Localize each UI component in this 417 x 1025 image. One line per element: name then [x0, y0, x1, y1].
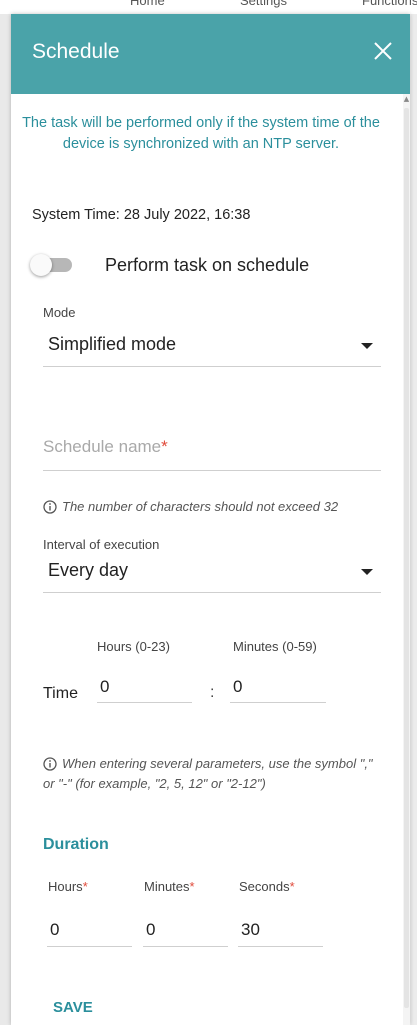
scroll-up-icon[interactable]: ▲	[403, 94, 410, 104]
params-hint: When entering several parameters, use th…	[43, 754, 383, 794]
mode-label: Mode	[43, 305, 76, 320]
duration-seconds-input[interactable]: 30	[238, 912, 323, 947]
minutes-range-label: Minutes (0-59)	[233, 639, 317, 654]
schedule-name-placeholder: Schedule name*	[43, 437, 168, 457]
perform-task-label: Perform task on schedule	[105, 255, 310, 275]
mode-select[interactable]: Simplified mode	[43, 326, 381, 367]
toggle-knob	[30, 254, 52, 276]
duration-seconds-label: Seconds*	[239, 879, 295, 894]
close-icon[interactable]	[370, 38, 396, 64]
mode-value: Simplified mode	[48, 334, 177, 354]
duration-hours-label: Hours*	[48, 879, 88, 894]
chevron-down-icon	[361, 569, 373, 575]
duration-hours-label-text: Hours	[48, 879, 83, 894]
bg-tab-home: Home	[130, 0, 165, 8]
name-hint-text: The number of characters should not exce…	[62, 499, 339, 514]
time-minutes-value: 0	[233, 677, 243, 696]
required-mark: *	[289, 879, 295, 894]
duration-minutes-label: Minutes*	[144, 879, 195, 894]
interval-value: Every day	[48, 560, 129, 580]
info-icon	[43, 757, 57, 771]
chevron-down-icon	[361, 343, 373, 349]
ntp-notice: The task will be performed only if the s…	[22, 115, 380, 152]
time-label: Time	[43, 685, 78, 702]
interval-select[interactable]: Every day	[43, 552, 381, 593]
dialog-header: Schedule	[11, 14, 410, 94]
time-separator: :	[210, 684, 215, 701]
params-hint-text: When entering several parameters, use th…	[43, 756, 373, 791]
scrollbar-thumb[interactable]	[404, 108, 409, 1008]
bg-tab-settings: Settings	[240, 0, 287, 8]
background-nav: Home Settings Functions	[0, 0, 417, 14]
hours-range-label: Hours (0-23)	[97, 639, 170, 654]
bg-tab-functions: Functions	[362, 0, 417, 8]
info-icon	[43, 500, 57, 514]
required-mark: *	[189, 879, 195, 894]
required-mark: *	[161, 437, 168, 456]
time-minutes-input[interactable]: 0	[230, 670, 326, 703]
name-hint: The number of characters should not exce…	[43, 497, 338, 517]
dialog-body: The task will be performed only if the s…	[11, 94, 403, 1025]
duration-hours-input[interactable]: 0	[47, 912, 132, 947]
time-hours-value: 0	[100, 677, 110, 696]
time-hours-input[interactable]: 0	[97, 670, 192, 703]
duration-seconds-value: 30	[241, 920, 260, 939]
perform-task-toggle[interactable]	[30, 254, 72, 276]
save-button[interactable]: SAVE	[53, 999, 93, 1016]
duration-title: Duration	[43, 836, 109, 853]
scrollbar[interactable]: ▲	[403, 94, 410, 1025]
backdrop-edge-right	[411, 14, 417, 1025]
duration-minutes-value: 0	[146, 920, 156, 939]
system-time: System Time: 28 July 2022, 16:38	[32, 207, 251, 223]
interval-label: Interval of execution	[43, 537, 160, 552]
required-mark: *	[82, 879, 88, 894]
schedule-name-placeholder-text: Schedule name	[43, 437, 162, 456]
dialog-title: Schedule	[32, 40, 120, 63]
duration-seconds-label-text: Seconds	[239, 879, 290, 894]
duration-minutes-input[interactable]: 0	[143, 912, 228, 947]
duration-hours-value: 0	[50, 920, 60, 939]
duration-minutes-label-text: Minutes	[144, 879, 190, 894]
schedule-dialog: Schedule ▲ The task will be performed on…	[11, 14, 410, 1025]
